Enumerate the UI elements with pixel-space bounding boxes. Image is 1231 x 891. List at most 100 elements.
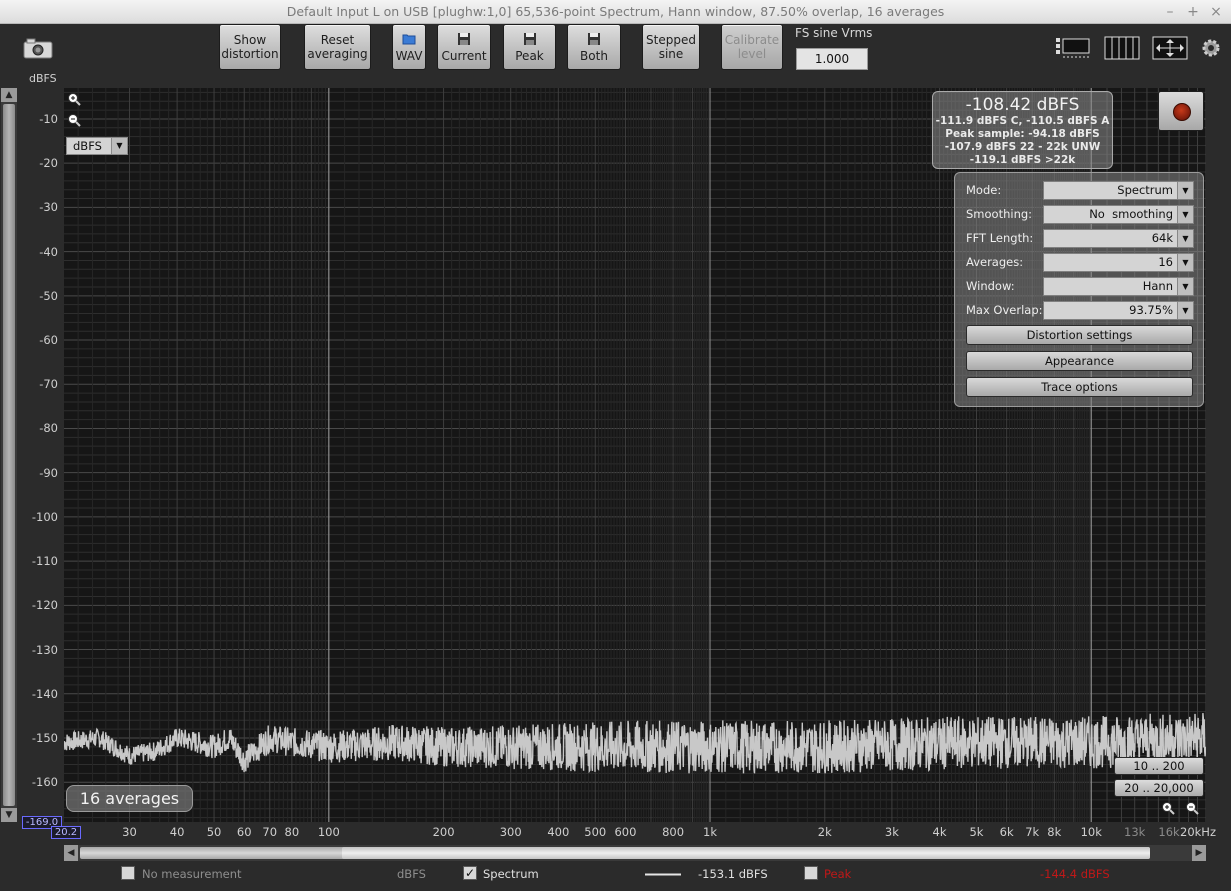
reset-averaging-button[interactable]: Reset averaging — [304, 24, 371, 70]
y-tick-label: -150 — [31, 730, 58, 745]
mode-label: Mode: — [966, 183, 1002, 197]
max-overlap-value: 93.75% — [1129, 303, 1173, 317]
zoom-in-icon[interactable] — [67, 92, 81, 106]
horizontal-scroll-thumb[interactable] — [342, 847, 1150, 859]
unit-select[interactable]: dBFS ▼ — [66, 137, 128, 155]
save-icon — [523, 32, 536, 45]
fs-sine-input[interactable]: 1.000 — [796, 48, 868, 70]
both-label: Both — [580, 48, 608, 63]
y-tick-label: -20 — [39, 156, 58, 171]
window-title: Default Input L on USB [plughw:1,0] 65,5… — [286, 4, 945, 19]
averages-value: 16 — [1158, 255, 1173, 269]
scroll-down-arrow[interactable]: ▼ — [1, 808, 17, 822]
y-tick-label: -90 — [39, 465, 58, 480]
toolbar: Show distortion Reset averaging WAV Curr… — [0, 24, 1231, 88]
minimize-button[interactable]: – — [1160, 0, 1180, 24]
scroll-right-arrow[interactable]: ▶ — [1192, 845, 1206, 861]
vertical-scrollbar[interactable]: ▲ ▼ — [1, 88, 17, 822]
no-measurement-checkbox[interactable] — [121, 866, 135, 880]
window-select[interactable]: Hann ▼ — [1043, 277, 1194, 296]
window-value: Hann — [1142, 279, 1173, 293]
spectrum-checkbox[interactable]: ✓ — [463, 866, 477, 880]
x-tick-label: 200 — [432, 825, 455, 839]
chevron-down-icon: ▼ — [111, 138, 127, 154]
averages-badge: 16 averages — [66, 785, 193, 812]
record-icon — [1173, 103, 1191, 121]
y-tick-label: -140 — [31, 686, 58, 701]
y-tick-label: -60 — [39, 333, 58, 348]
stepped-sine-label: Stepped sine — [646, 33, 696, 61]
distortion-settings-button[interactable]: Distortion settings — [966, 325, 1193, 345]
x-tick-label: 60 — [236, 825, 252, 839]
mode-value: Spectrum — [1117, 183, 1173, 197]
range-20-20000-button[interactable]: 20 .. 20,000 — [1114, 779, 1204, 797]
x-tick-label: 70 — [262, 825, 278, 839]
x-tick-label: 100 — [317, 825, 340, 839]
y-tick-label: -70 — [39, 377, 58, 392]
window-title-bar: Default Input L on USB [plughw:1,0] 65,5… — [0, 0, 1231, 24]
y-tick-label: -130 — [31, 642, 58, 657]
zoom-out-icon[interactable] — [67, 113, 81, 127]
save-current-button[interactable]: Current — [437, 24, 491, 70]
max-overlap-label: Max Overlap: — [966, 303, 1043, 317]
spectrum-label: Spectrum — [483, 867, 539, 881]
maximize-button[interactable]: + — [1183, 0, 1203, 24]
scroll-up-arrow[interactable]: ▲ — [1, 88, 17, 102]
fft-length-label: FFT Length: — [966, 231, 1034, 245]
x-tick-label: 10k — [1080, 825, 1102, 839]
readout-line3: -107.9 dBFS 22 - 22k UNW — [944, 141, 1101, 153]
fft-length-select[interactable]: 64k ▼ — [1043, 229, 1194, 248]
x-tick-label: 3k — [884, 825, 899, 839]
layout-icon[interactable] — [1055, 36, 1091, 60]
spectrum-legend-line — [645, 873, 681, 876]
x-tick-label: 50 — [206, 825, 222, 839]
fit-arrows-icon[interactable] — [1152, 36, 1188, 60]
x-tick-label: 4k — [932, 825, 947, 839]
record-button[interactable] — [1158, 91, 1204, 131]
mode-row: Mode: Spectrum ▼ — [966, 181, 1196, 200]
averages-select[interactable]: 16 ▼ — [1043, 253, 1194, 272]
smoothing-label: Smoothing: — [966, 207, 1033, 221]
averages-label: Averages: — [966, 255, 1024, 269]
range-10-200-button[interactable]: 10 .. 200 — [1114, 757, 1204, 775]
save-peak-button[interactable]: Peak — [503, 24, 556, 70]
x-tick-label: 800 — [662, 825, 685, 839]
wav-button[interactable]: WAV — [392, 24, 426, 70]
calibrate-level-button[interactable]: Calibrate level — [721, 24, 783, 70]
peak-label: Peak — [515, 48, 544, 63]
no-measurement-label: No measurement — [142, 867, 242, 881]
gear-icon[interactable] — [1200, 37, 1222, 59]
readout-main: -108.42 dBFS — [965, 95, 1080, 115]
x-tick-label: 500 — [584, 825, 607, 839]
save-both-button[interactable]: Both — [567, 24, 621, 70]
smoothing-value: No smoothing — [1089, 207, 1173, 221]
x-min-box[interactable]: 20.2 — [51, 826, 81, 839]
y-axis-title: dBFS — [29, 72, 57, 85]
mode-select[interactable]: Spectrum ▼ — [1043, 181, 1194, 200]
show-distortion-button[interactable]: Show distortion — [219, 24, 281, 70]
x-tick-label: 20kHz — [1180, 825, 1216, 839]
chevron-down-icon: ▼ — [1177, 230, 1193, 247]
stepped-sine-button[interactable]: Stepped sine — [642, 24, 700, 70]
y-tick-label: -100 — [31, 509, 58, 524]
close-button[interactable]: × — [1206, 0, 1226, 24]
appearance-button[interactable]: Appearance — [966, 351, 1193, 371]
x-tick-label: 400 — [547, 825, 570, 839]
peak-checkbox[interactable] — [804, 866, 818, 880]
chevron-down-icon: ▼ — [1177, 302, 1193, 319]
zoom-out-x-icon[interactable] — [1185, 801, 1199, 815]
folder-icon — [402, 34, 416, 44]
zoom-in-x-icon[interactable] — [1161, 801, 1175, 815]
y-tick-label: -120 — [31, 598, 58, 613]
x-tick-label: 40 — [169, 825, 185, 839]
horizontal-scrollbar[interactable]: ◀ ▶ — [64, 845, 1206, 861]
max-overlap-select[interactable]: 93.75% ▼ — [1043, 301, 1194, 320]
camera-icon[interactable] — [23, 37, 53, 59]
spectrum-value: -153.1 dBFS — [698, 867, 768, 881]
fft-length-value: 64k — [1151, 231, 1173, 245]
columns-icon[interactable] — [1104, 36, 1140, 60]
trace-options-button[interactable]: Trace options — [966, 377, 1193, 397]
smoothing-select[interactable]: No smoothing ▼ — [1043, 205, 1194, 224]
scroll-left-arrow[interactable]: ◀ — [64, 845, 78, 861]
vertical-scroll-thumb[interactable] — [3, 104, 15, 806]
